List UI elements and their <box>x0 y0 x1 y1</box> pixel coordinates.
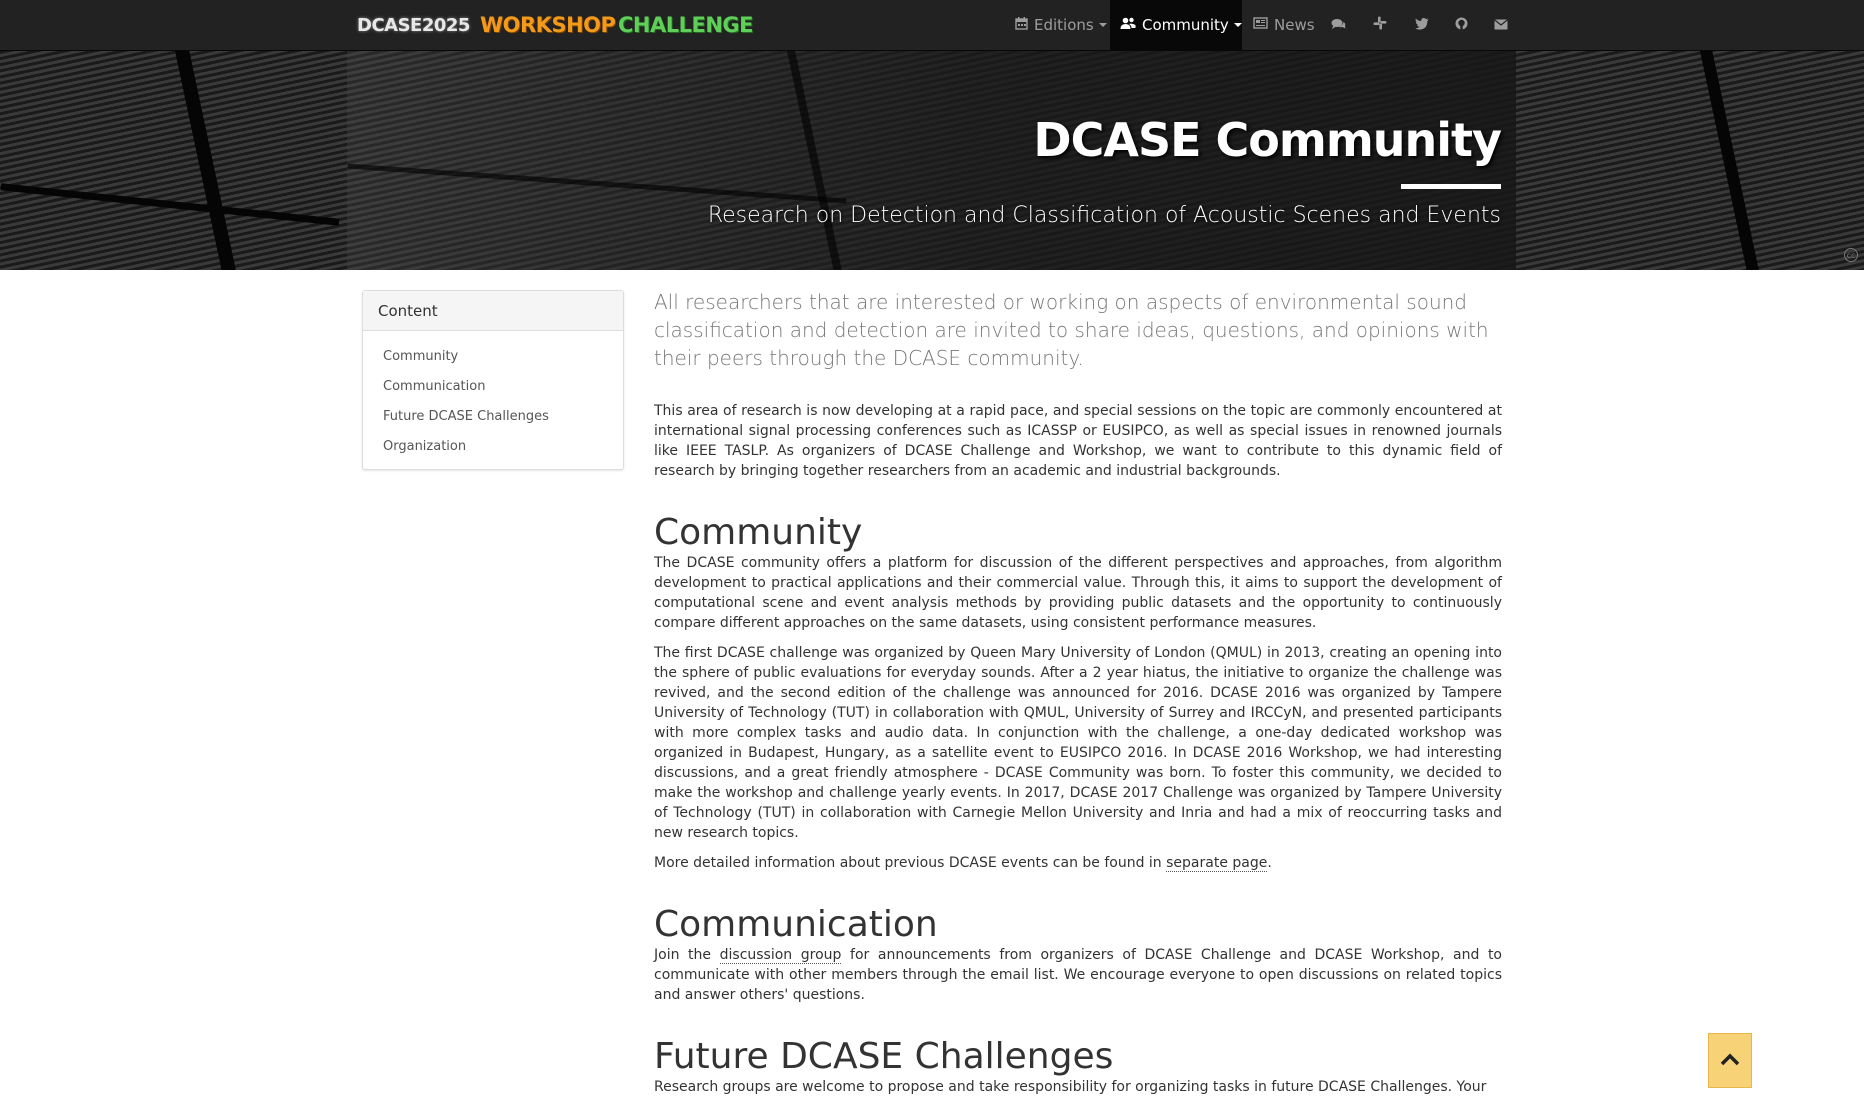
brand-challenge-logo[interactable]: CHALLENGE <box>618 0 754 50</box>
main-content: All researchers that are interested or w… <box>654 288 1502 1107</box>
toc-item-community[interactable]: Community <box>363 341 623 371</box>
chevron-down-icon <box>1233 23 1242 27</box>
nav-slack-link[interactable] <box>1368 0 1392 50</box>
nav-news-label: News <box>1274 16 1315 34</box>
lead-paragraph: All researchers that are interested or w… <box>654 290 1489 370</box>
brand-workshop-logo[interactable]: WORKSHOP <box>480 0 616 50</box>
hero-banner: DCASE Community Research on Detection an… <box>0 51 1864 270</box>
toc-item-communication[interactable]: Communication <box>363 371 623 401</box>
title-underline <box>1401 184 1501 189</box>
community-paragraph-3: More detailed information about previous… <box>654 853 1502 873</box>
slack-icon <box>1373 16 1387 34</box>
table-of-contents: Content Community Communication Future D… <box>362 290 624 470</box>
nav-community-label: Community <box>1142 16 1229 34</box>
page-title: DCASE Community <box>1033 113 1502 167</box>
section-heading-community: Community <box>654 512 863 553</box>
communication-text-start: Join the <box>654 947 720 963</box>
comments-icon <box>1331 16 1346 34</box>
community-p3-text: More detailed information about previous… <box>654 855 1167 871</box>
section-heading-future-challenges: Future DCASE Challenges <box>654 1036 1114 1077</box>
section-heading-communication: Communication <box>654 904 938 945</box>
toc-heading: Content <box>363 291 623 331</box>
nav-discussion-link[interactable] <box>1326 0 1350 50</box>
calendar-icon <box>1015 16 1028 34</box>
community-paragraph-1: The DCASE community offers a platform fo… <box>654 555 1502 631</box>
communication-paragraph: Join the discussion group for announceme… <box>654 945 1502 1005</box>
nav-email-link[interactable] <box>1489 0 1513 50</box>
twitter-icon <box>1415 16 1429 34</box>
community-p3-end: . <box>1267 855 1272 871</box>
github-icon <box>1455 16 1468 34</box>
nav-community-dropdown[interactable]: Community <box>1110 0 1242 50</box>
nav-github-link[interactable] <box>1450 0 1474 50</box>
toc-item-organization[interactable]: Organization <box>363 431 623 461</box>
page-subtitle: Research on Detection and Classification… <box>707 203 1501 228</box>
hero-content-panel: DCASE Community Research on Detection an… <box>347 51 1516 270</box>
newspaper-icon <box>1253 17 1268 33</box>
separate-page-link[interactable]: separate page <box>1166 855 1268 872</box>
future-challenges-paragraph: Research groups are welcome to propose a… <box>654 1079 1487 1095</box>
toc-item-future-challenges[interactable]: Future DCASE Challenges <box>363 401 623 431</box>
nav-editions-label: Editions <box>1034 16 1094 34</box>
nav-news-link[interactable]: News <box>1243 0 1320 50</box>
community-paragraph-2: The first DCASE challenge was organized … <box>654 645 1502 841</box>
users-icon <box>1120 17 1136 34</box>
creative-commons-icon[interactable]: cc <box>1844 248 1858 262</box>
nav-editions-dropdown[interactable]: Editions <box>1005 0 1109 50</box>
back-to-top-button[interactable] <box>1708 1033 1752 1088</box>
nav-twitter-link[interactable] <box>1410 0 1434 50</box>
chevron-down-icon <box>1098 23 1107 27</box>
chevron-up-icon <box>1720 1051 1740 1070</box>
brand-dcase-logo[interactable]: DCASE2025 <box>357 0 470 50</box>
top-navbar: DCASE2025 WORKSHOP CHALLENGE Editions Co… <box>0 0 1864 51</box>
intro-paragraph: This area of research is now developing … <box>654 403 1502 479</box>
envelope-icon <box>1494 16 1508 34</box>
discussion-group-link[interactable]: discussion group <box>719 947 842 964</box>
